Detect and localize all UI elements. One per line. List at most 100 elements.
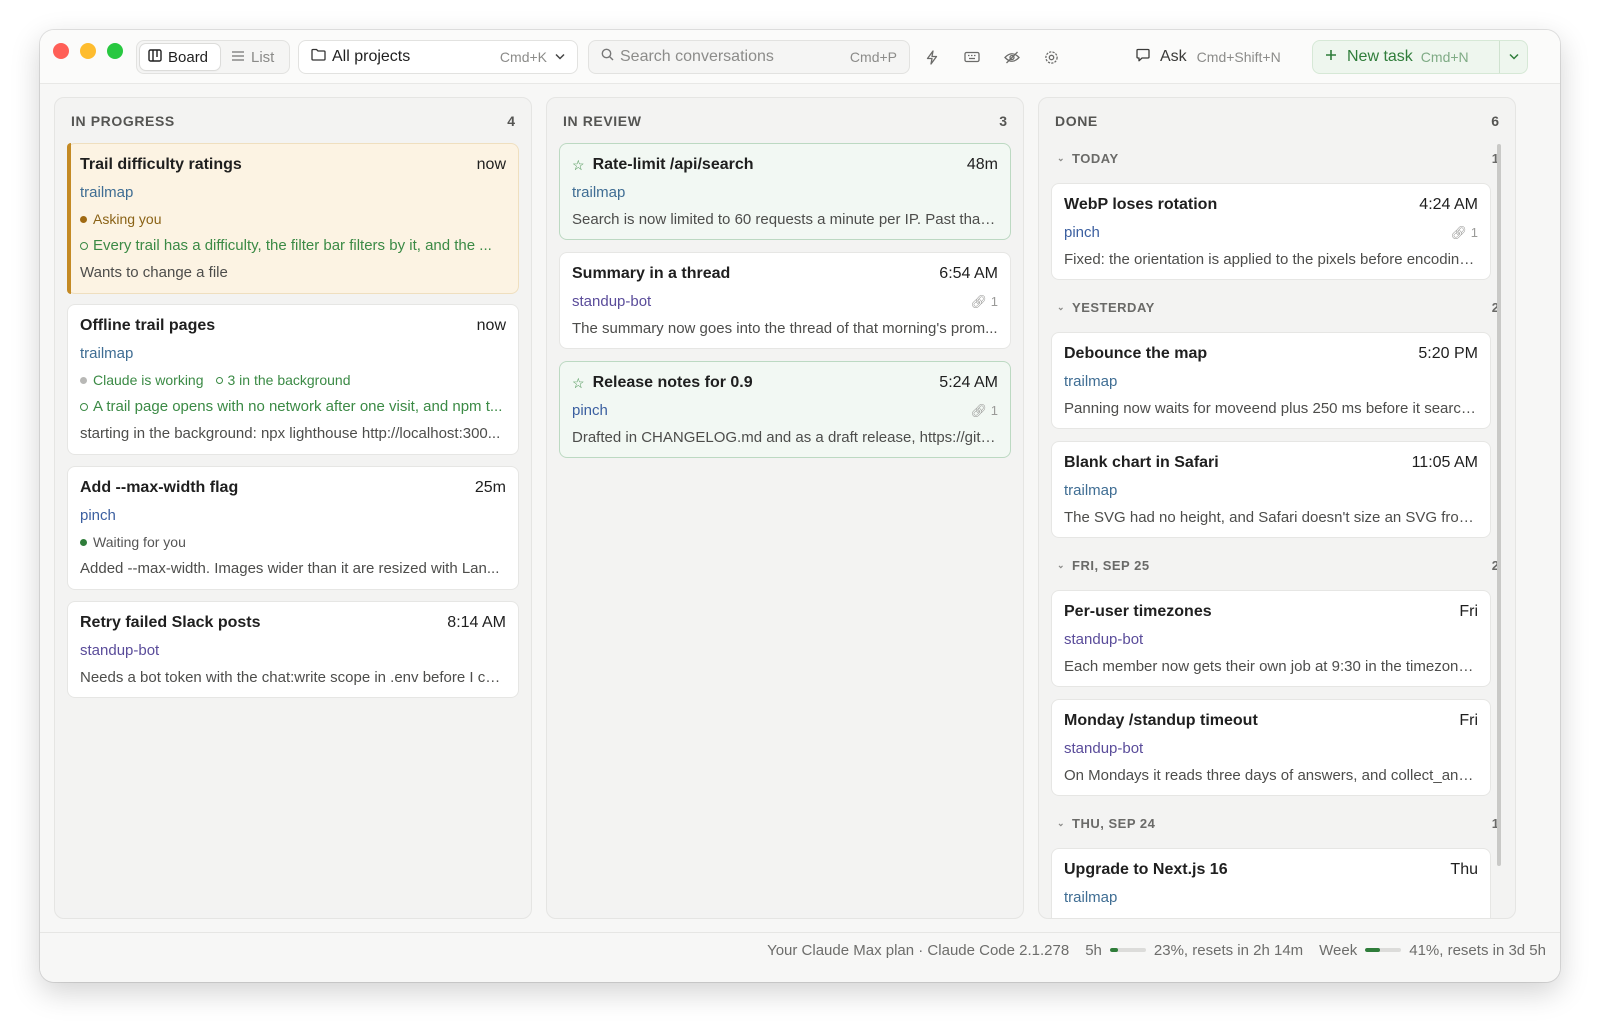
status-label: Claude is working — [93, 372, 204, 388]
task-card[interactable]: Add --max-width flag 25m pinch Waiting f… — [67, 466, 519, 590]
task-summary: Added --max-width. Images wider than it … — [80, 560, 500, 577]
project-link[interactable]: trailmap — [1064, 373, 1117, 390]
task-card[interactable]: Debounce the map 5:20 PM trailmap Pannin… — [1051, 332, 1491, 429]
task-time: 6:54 AM — [939, 265, 998, 282]
group-header-fri-sep-25[interactable]: ⌄ FRI, SEP 25 2 — [1057, 556, 1499, 574]
star-icon[interactable]: ☆ — [572, 375, 585, 392]
usage-summary: Your Claude Max plan · Claude Code 2.1.2… — [767, 941, 1546, 959]
column-count: 3 — [999, 113, 1007, 129]
task-card[interactable]: Retry failed Slack posts 8:14 AM standup… — [67, 601, 519, 698]
week-usage-fill — [1365, 948, 1380, 952]
project-link[interactable]: standup-bot — [572, 293, 651, 310]
task-card[interactable]: Summary in a thread 6:54 AM standup-bot … — [559, 252, 1011, 349]
session-usage-fill — [1109, 948, 1119, 952]
chevron-down-icon: ⌄ — [1057, 152, 1066, 163]
link-icon: 🔗︎ — [1450, 224, 1468, 240]
column-count: 4 — [507, 113, 515, 129]
link-icon: 🔗︎ — [970, 293, 988, 309]
group-header-yesterday[interactable]: ⌄ YESTERDAY 2 — [1057, 298, 1499, 316]
task-title: Add --max-width flag — [80, 479, 239, 496]
project-selector-shortcut: Cmd+K — [499, 49, 547, 65]
chevron-down-icon: ⌄ — [1057, 559, 1066, 570]
project-link[interactable]: trailmap — [80, 184, 133, 201]
task-title: Monday /standup timeout — [1064, 712, 1258, 729]
new-task-menu-button[interactable] — [1499, 41, 1527, 73]
project-link[interactable]: pinch — [80, 507, 116, 524]
gear-icon[interactable] — [1039, 45, 1063, 69]
group-header-today[interactable]: ⌄ TODAY 1 — [1057, 149, 1499, 167]
new-task-shortcut: Cmd+N — [1420, 49, 1469, 65]
column-header: IN REVIEW 3 — [563, 112, 1007, 130]
list-view-button[interactable]: List — [223, 44, 287, 70]
task-time: 11:05 AM — [1411, 454, 1478, 471]
attachment-count: 🔗︎ 1 — [971, 294, 998, 310]
list-icon — [231, 49, 245, 66]
task-time: 4:24 AM — [1419, 196, 1478, 213]
ask-shortcut: Cmd+Shift+N — [1196, 49, 1281, 65]
ask-button[interactable]: Ask Cmd+Shift+N — [1136, 44, 1281, 70]
task-summary: Needs a bot token with the chat:write sc… — [80, 669, 506, 686]
plus-icon — [1325, 48, 1337, 66]
background-jobs-icon — [215, 376, 223, 384]
view-switcher: Board List — [136, 40, 290, 74]
project-link[interactable]: trailmap — [572, 184, 625, 201]
project-link[interactable]: standup-bot — [1064, 631, 1143, 648]
new-task-label: New task — [1347, 48, 1413, 65]
column-title: IN REVIEW — [563, 113, 642, 129]
project-link[interactable]: trailmap — [1064, 482, 1117, 499]
status-dot-icon — [80, 376, 87, 384]
project-selector[interactable]: All projects Cmd+K — [298, 40, 578, 74]
task-card[interactable]: Trail difficulty ratings now trailmap As… — [67, 143, 519, 294]
project-link[interactable]: standup-bot — [1064, 740, 1143, 757]
project-link[interactable]: trailmap — [1064, 889, 1117, 906]
task-summary: Drafted in CHANGELOG.md and as a draft r… — [572, 429, 998, 446]
task-goal: A trail page opens with no network after… — [93, 398, 503, 415]
task-time: now — [476, 156, 506, 173]
list-view-label: List — [251, 48, 275, 66]
attachment-count: 🔗︎ 1 — [1451, 225, 1478, 241]
task-time: now — [476, 317, 506, 334]
background-jobs-label[interactable]: 3 in the background — [228, 372, 351, 388]
task-card[interactable]: ☆ Release notes for 0.9 5:24 AM pinch 🔗︎… — [559, 361, 1011, 458]
minimize-window-button[interactable] — [80, 43, 96, 59]
close-window-button[interactable] — [53, 43, 69, 59]
bolt-icon[interactable] — [920, 45, 944, 69]
group-label: TODAY — [1072, 150, 1119, 166]
column-scrollbar[interactable] — [1497, 144, 1501, 866]
eye-off-icon[interactable] — [1000, 45, 1024, 69]
task-title: Rate-limit /api/search — [592, 156, 754, 173]
task-time: 5:24 AM — [939, 374, 998, 391]
status-dot-icon — [80, 538, 87, 546]
task-time: Fri — [1459, 712, 1478, 729]
task-card[interactable]: Blank chart in Safari 11:05 AM trailmap … — [1051, 441, 1491, 538]
task-title: Trail difficulty ratings — [80, 156, 242, 173]
group-header-thu-sep-24[interactable]: ⌄ THU, SEP 24 1 — [1057, 814, 1499, 832]
task-time: 48m — [966, 156, 998, 173]
project-link[interactable]: standup-bot — [80, 642, 159, 659]
keyboard-icon[interactable] — [960, 45, 984, 69]
status-label: Asking you — [93, 211, 162, 227]
task-card[interactable]: Monday /standup timeout Fri standup-bot … — [1051, 699, 1491, 796]
task-title: WebP loses rotation — [1064, 196, 1218, 213]
task-card[interactable]: WebP loses rotation 4:24 AM pinch 🔗︎ 1 F… — [1051, 183, 1491, 280]
attachment-count-value: 1 — [990, 402, 998, 418]
zoom-window-button[interactable] — [107, 43, 123, 59]
project-link[interactable]: pinch — [572, 402, 608, 419]
session-usage-bar — [1109, 948, 1146, 952]
task-card[interactable]: ☆ Rate-limit /api/search 48m trailmap Se… — [559, 143, 1011, 240]
column-title: IN PROGRESS — [71, 113, 175, 129]
task-card[interactable]: Offline trail pages now trailmap Claude … — [67, 304, 519, 455]
task-summary: The summary now goes into the thread of … — [572, 320, 998, 337]
project-link[interactable]: pinch — [1064, 224, 1100, 241]
task-card[interactable]: Per-user timezones Fri standup-bot Each … — [1051, 590, 1491, 687]
star-icon[interactable]: ☆ — [572, 157, 585, 174]
board-view-button[interactable]: Board — [140, 44, 220, 70]
task-summary: The SVG had no height, and Safari doesn'… — [1064, 509, 1478, 526]
app-window: Board List All projects Cmd+K Search con… — [40, 30, 1560, 982]
search-input[interactable]: Search conversations Cmd+P — [588, 40, 910, 74]
task-card[interactable]: Upgrade to Next.js 16 Thu trailmap — [1051, 848, 1491, 918]
chat-bubble-icon — [1136, 48, 1150, 67]
new-task-button[interactable]: New task Cmd+N — [1313, 41, 1499, 73]
project-link[interactable]: trailmap — [80, 345, 133, 362]
task-time: Thu — [1450, 861, 1478, 878]
